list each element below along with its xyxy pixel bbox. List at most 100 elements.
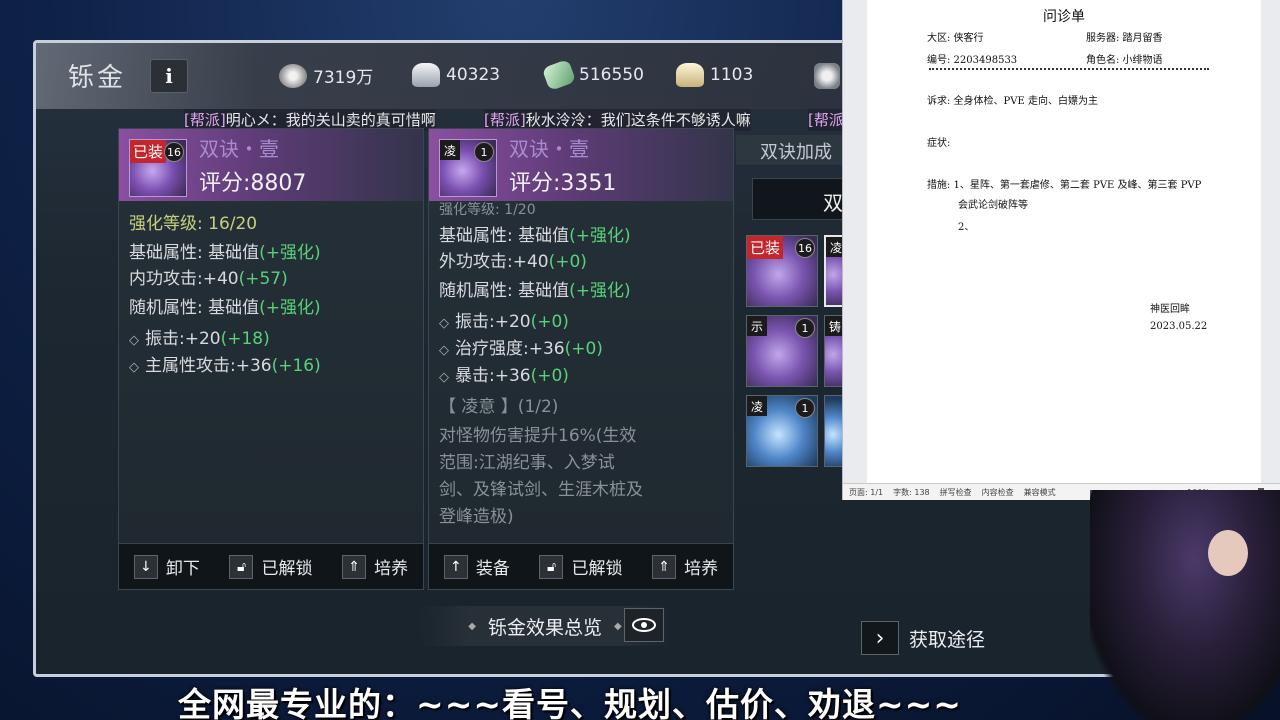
cultivate-button[interactable]: ⇑ 培养: [342, 554, 408, 579]
coin-icon: [279, 63, 307, 88]
stat-bonus: (+18): [220, 329, 270, 349]
item-slot[interactable]: 示 1: [746, 315, 818, 387]
random-stat-1: ◇ 振击:+20(+0): [439, 307, 569, 332]
ling-mark: 凌: [440, 140, 460, 160]
level-badge: 16: [164, 142, 184, 162]
doc-divider: [929, 68, 1209, 70]
compare-item-card: 凌 1 双诀・壹 评分:3351 强化等级: 1/20 基础属性: 基础值(+强…: [428, 128, 734, 590]
set-desc: 剑、及锋试剑、生涯木桩及: [439, 480, 643, 500]
side-title: 双诀加成: [736, 135, 856, 165]
stream-banner: 全网最专业的：~~~看号、规划、估价、劝退~~~: [178, 685, 962, 720]
get-way-button[interactable]: › 获取途径: [861, 621, 985, 655]
unequip-button[interactable]: ↓ 卸下: [133, 554, 200, 579]
level-badge: 1: [474, 142, 494, 162]
chat-message: 明心メ：我的关山卖的真可惜啊: [225, 111, 436, 129]
label-green: (+强化): [259, 243, 321, 263]
button-label: 培养: [374, 559, 409, 579]
diamond-icon: ◇: [439, 316, 449, 331]
upgrade-icon: ⇑: [652, 554, 677, 579]
stat-bonus: (+0): [530, 366, 569, 386]
doc-region: 大区: 侠客行: [927, 33, 984, 44]
arrow-up-icon: ↑: [443, 554, 468, 579]
diamond-icon: ◇: [129, 360, 139, 375]
doc-symptom: 症状:: [927, 138, 951, 149]
gold-ingot-icon: [676, 63, 704, 87]
cultivate-button[interactable]: ⇑ 培养: [652, 554, 718, 579]
unlock-icon: 🔓︎: [539, 554, 564, 579]
card-header: 已装 16 双诀・壹 评分:8807: [119, 129, 423, 201]
shi-mark: 示: [747, 316, 767, 336]
stat-bonus: (+0): [530, 312, 569, 332]
enhance-level: 强化等级: 1/20: [439, 202, 536, 218]
base-attr-label: 基础属性: 基础值(+强化): [129, 238, 321, 263]
doc-role: 角色名: 小绯物语: [1086, 55, 1163, 66]
item-slot[interactable]: 已装 16: [746, 235, 818, 307]
unlocked-button[interactable]: 🔓︎ 已解锁: [539, 554, 622, 579]
stat-bonus: (+57): [238, 269, 288, 289]
chat-message: 秋水泠泠：我们这条件不够诱人嘛: [525, 111, 751, 129]
attack-stat: 内功攻击:+40(+57): [129, 264, 288, 289]
item-score: 评分:3351: [509, 171, 617, 196]
status-mode: 兼容模式: [1023, 487, 1056, 497]
button-label: 已解锁: [261, 559, 313, 579]
doc-measure: 措施: 1、星阵、第一套虐修、第二套 PVE 及峰、第三套 PVP: [927, 180, 1202, 191]
label-green: (+强化): [569, 281, 631, 301]
equipped-item-card: 已装 16 双诀・壹 评分:8807 强化等级: 16/20 基础属性: 基础值…: [118, 128, 424, 590]
jade-icon: [541, 58, 577, 92]
button-label: 卸下: [165, 559, 200, 579]
stat-bonus: (+0): [564, 339, 603, 359]
button-label: 已解锁: [571, 559, 623, 579]
equip-button[interactable]: ↑ 装备: [443, 554, 510, 579]
item-name: 双诀・壹: [199, 137, 279, 161]
stat-text: 外功攻击:+40: [439, 252, 549, 272]
doc-server: 服务器: 踏月留香: [1086, 33, 1163, 44]
equipped-tag: 已装: [130, 140, 167, 163]
set-title: 【 凌意 】(1/2): [439, 397, 559, 417]
item-slot[interactable]: [824, 395, 844, 467]
chat-tag: [帮派: [808, 111, 844, 129]
status-spellcheck[interactable]: 拼写检查: [940, 487, 972, 498]
item-swirl-icon: 凌 1: [439, 139, 497, 197]
item-slot[interactable]: 铸: [824, 315, 845, 387]
item-slot-selected[interactable]: 凌: [824, 235, 846, 307]
status-page: 页面: 1/1: [849, 487, 884, 497]
currency-value: 7319万: [313, 68, 374, 88]
label-text: 随机属性: 基础值: [129, 298, 260, 318]
status-contentcheck[interactable]: 内容检查: [982, 487, 1014, 498]
stat-text: 暴击:+36: [455, 366, 531, 386]
currency-jade: 516550: [541, 58, 644, 92]
enhance-level: 强化等级: 16/20: [129, 214, 258, 234]
stat-text: 内功攻击:+40: [129, 269, 239, 289]
diamond-icon: ◇: [439, 343, 449, 358]
card-actions: ↑ 装备 🔓︎ 已解锁 ⇑ 培养: [429, 543, 733, 589]
chevron-right-icon: ›: [861, 621, 899, 655]
random-attr-label: 随机属性: 基础值(+强化): [129, 293, 321, 318]
level-badge: 1: [795, 318, 815, 338]
currency-value: 516550: [579, 65, 644, 85]
chat-tag: [帮派]: [484, 111, 526, 129]
label-green: (+强化): [569, 226, 631, 246]
shield-icon[interactable]: [814, 63, 840, 89]
unlocked-button[interactable]: 🔓︎ 已解锁: [229, 554, 312, 579]
attack-stat: 外功攻击:+40(+0): [439, 247, 587, 272]
item-name: 双诀・壹: [509, 137, 589, 161]
set-desc: 范围:江湖纪事、入梦试: [439, 453, 615, 473]
eye-toggle-button[interactable]: [624, 608, 664, 642]
unlock-icon: 🔓︎: [229, 554, 254, 579]
item-swirl-icon: 已装 16: [129, 139, 187, 197]
label-text: 基础属性: 基础值: [129, 243, 260, 263]
label-text: 基础属性: 基础值: [439, 226, 570, 246]
level-badge: 16: [795, 238, 815, 258]
set-desc: 对怪物伤害提升16%(生效: [439, 426, 637, 446]
stat-bonus: (+0): [548, 252, 587, 272]
card-actions: ↓ 卸下 🔓︎ 已解锁 ⇑ 培养: [119, 543, 423, 589]
equipped-tag: 已装: [747, 236, 784, 259]
diamond-icon: ◇: [129, 333, 139, 348]
diamond-icon: ◇: [439, 370, 449, 385]
stat-text: 振击:+20: [455, 312, 531, 332]
document-window: 问诊单 大区: 侠客行 服务器: 踏月留香 编号: 2203498533 角色名…: [842, 0, 1280, 500]
info-button[interactable]: i: [150, 59, 188, 93]
item-slot[interactable]: 凌 1: [746, 395, 818, 467]
eye-icon: [632, 618, 656, 632]
doc-appeal: 诉求: 全身体检、PVE 走向、白嫖为主: [927, 96, 1098, 107]
